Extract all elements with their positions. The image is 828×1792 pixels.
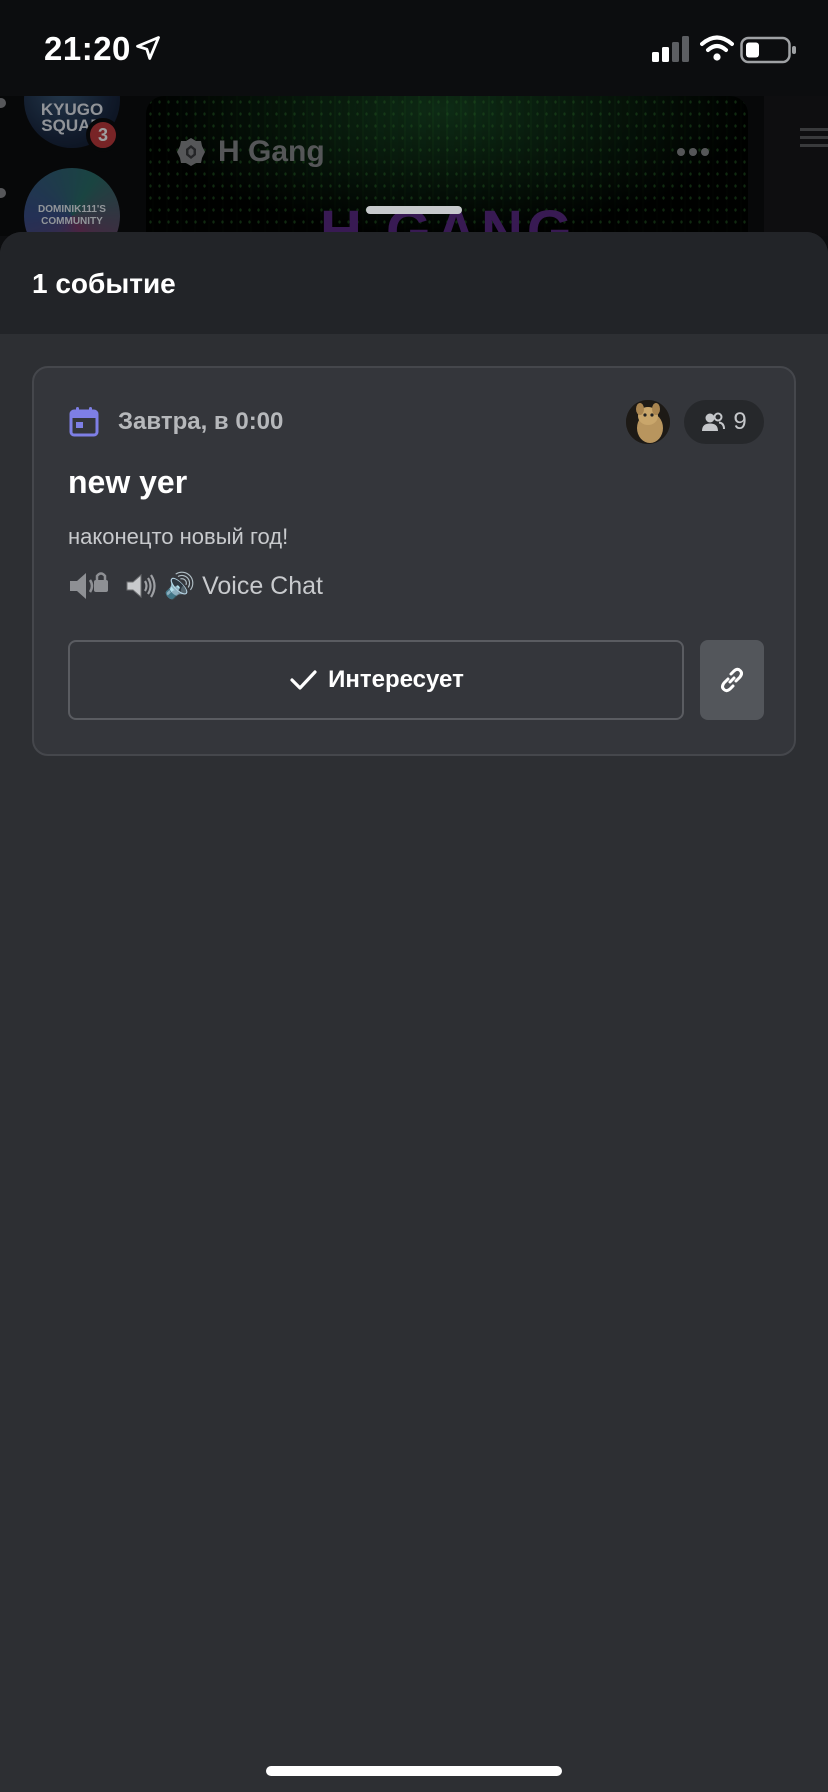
interested-count-pill[interactable]: 9 [684,400,764,444]
wifi-icon [700,35,734,61]
sheet-title: 1 событие [32,268,176,299]
signal-icon [652,36,689,62]
channel-name: 🔊 Voice Chat [164,571,323,600]
sheet-header: 1 событие [0,232,828,334]
event-channel[interactable]: 🔊 Voice Chat [68,566,323,606]
interested-count: 9 [733,408,747,435]
speaker-icon [126,573,156,599]
avatar-image [626,400,670,444]
event-name: new yer [68,464,188,500]
calendar-icon [69,407,99,437]
interested-button[interactable]: Интересует [68,640,684,720]
dim-overlay [0,96,828,236]
home-indicator[interactable] [266,1766,562,1776]
users-icon [702,412,726,431]
status-time: 21:20 [44,30,131,67]
link-icon [721,667,743,693]
event-time: Завтра, в 0:00 [118,408,284,435]
event-card[interactable]: Завтра, в 0:00 9 new yer наконецто новый… [32,366,796,756]
check-icon [290,670,317,690]
location-arrow-icon [136,36,160,60]
sheet-drag-handle[interactable] [366,206,462,214]
status-bar: 21:20 [0,0,828,96]
battery-icon [740,36,796,64]
locked-speaker-icon [70,572,108,599]
copy-link-button[interactable] [700,640,764,720]
interested-button-label: Интересует [328,666,464,693]
events-sheet: 1 событие Завтра, в 0:00 9 new yer након… [0,232,828,1792]
event-description: наконецто новый год! [68,524,289,549]
avatar[interactable] [626,400,670,444]
